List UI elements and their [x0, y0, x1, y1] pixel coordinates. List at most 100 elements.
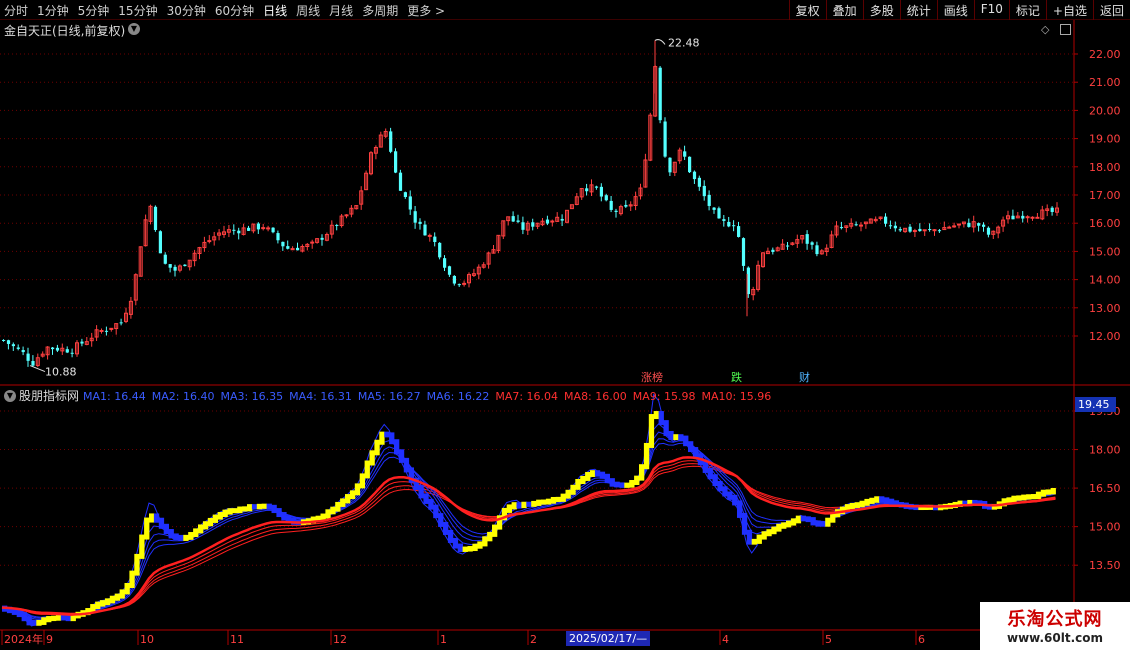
trend-step: [188, 532, 194, 540]
trend-step: [805, 516, 811, 523]
trend-step: [629, 480, 635, 488]
candle-body: [55, 347, 60, 351]
candle-body: [707, 194, 711, 206]
trend-step: [1031, 494, 1037, 500]
trend-step: [261, 503, 267, 509]
candle-body: [786, 245, 790, 247]
trend-step: [109, 595, 116, 604]
ma-label: MA3: 16.35: [220, 389, 284, 403]
candle-body: [614, 210, 618, 212]
candle-body: [119, 322, 123, 324]
trend-step: [795, 515, 802, 524]
trend-step: [609, 478, 615, 487]
candle-body: [104, 330, 109, 332]
trend-step: [1050, 487, 1056, 495]
event-marker: 跌: [731, 370, 742, 384]
candle-body: [344, 214, 349, 217]
trend-step: [452, 537, 459, 549]
candle-body: [2, 339, 6, 341]
trend-step: [585, 471, 591, 481]
candle-body: [982, 224, 986, 227]
trend-step: [51, 615, 57, 622]
trend-step: [545, 498, 552, 505]
candle-body: [398, 172, 403, 191]
trend-step: [124, 582, 130, 595]
trend-step: [521, 501, 527, 509]
trend-step: [790, 518, 797, 526]
fast-ma-line: [1, 442, 1056, 618]
candle-body: [1035, 216, 1040, 219]
price-tick-label: 20.00: [1089, 104, 1121, 117]
candle-body: [276, 233, 280, 241]
trend-step: [134, 553, 140, 576]
ma-label-list: MA1: 16.44 MA2: 16.40 MA3: 16.35 MA4: 16.31…: [83, 389, 777, 403]
trend-step: [712, 474, 718, 487]
candle-body: [51, 347, 55, 350]
trend-step: [403, 457, 410, 473]
trend-step: [335, 501, 341, 512]
price-tick-label: 16.00: [1089, 217, 1121, 230]
trend-step: [462, 546, 468, 552]
candle-body: [922, 229, 927, 232]
ma-label: MA7: 16.04: [495, 389, 559, 403]
trend-step: [36, 619, 42, 626]
time-tick-label: 6: [918, 633, 925, 646]
trend-step: [65, 615, 71, 622]
candle-body: [888, 225, 893, 227]
candle-body: [158, 231, 162, 254]
trend-step: [202, 521, 209, 530]
chevron-down-icon[interactable]: ▼: [4, 389, 16, 402]
trend-step: [634, 475, 640, 486]
time-tick-label: 4: [722, 633, 729, 646]
trend-step: [781, 522, 787, 529]
ma-label: MA9: 15.98: [632, 389, 696, 403]
candle-body: [408, 196, 412, 210]
ma-label: MA4: 16.31: [289, 389, 352, 403]
trend-step: [276, 508, 282, 518]
ma-label: MA1: 16.44: [83, 389, 146, 403]
slow-ma-main: [1, 456, 1056, 617]
trend-step: [349, 490, 356, 500]
trend-step: [815, 520, 821, 527]
trend-step: [242, 506, 248, 512]
trend-step: [746, 529, 753, 545]
candle-body: [893, 225, 897, 229]
trend-step: [825, 517, 831, 527]
trend-step: [639, 464, 645, 481]
event-marker: 财: [799, 370, 810, 384]
trend-step: [619, 482, 625, 488]
trend-step: [340, 498, 346, 507]
trend-step: [227, 508, 233, 515]
candle-body: [6, 340, 11, 344]
trend-step: [394, 439, 400, 455]
candle-body: [256, 223, 260, 230]
candle-body: [585, 188, 589, 192]
trend-step: [114, 593, 120, 601]
trend-step: [163, 523, 169, 535]
trend-step: [232, 508, 238, 514]
candle-body: [296, 247, 300, 251]
trend-step: [771, 526, 777, 535]
trend-step: [536, 499, 542, 506]
trend-step: [888, 498, 895, 506]
candle-body: [403, 192, 407, 197]
candle-body: [599, 186, 603, 197]
trend-step: [1021, 494, 1027, 501]
price-tick-label: 19.00: [1089, 133, 1121, 146]
trend-step: [516, 502, 522, 509]
candle-body: [452, 275, 456, 284]
candle-body: [310, 241, 315, 244]
trend-step: [119, 589, 125, 599]
trend-step: [247, 504, 253, 512]
trend-step: [369, 450, 375, 466]
trend-step: [100, 600, 106, 607]
trend-step: [570, 484, 576, 495]
candle-body: [16, 347, 20, 349]
trend-step: [511, 502, 517, 510]
trend-step: [198, 524, 204, 534]
candle-body: [658, 67, 662, 121]
trend-step: [864, 498, 870, 506]
candle-body: [1030, 216, 1035, 219]
candle-body: [80, 341, 84, 344]
candle-body: [737, 226, 741, 237]
